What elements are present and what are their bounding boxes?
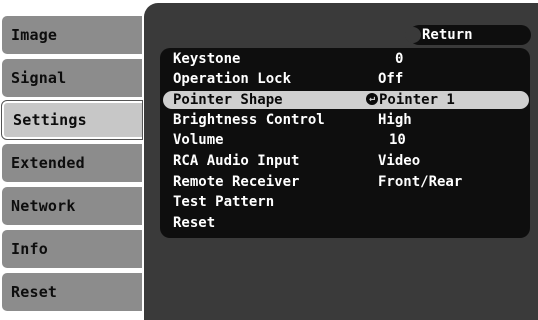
menu-row-rca-audio-input[interactable]: RCA Audio Input Video <box>163 152 529 170</box>
sidebar-item-label: Image <box>11 26 58 44</box>
row-label: Reset <box>173 215 216 231</box>
menu-row-test-pattern[interactable]: Test Pattern <box>163 193 529 211</box>
sidebar-item-label: Info <box>11 240 48 258</box>
sidebar-item-extended[interactable]: Extended <box>2 144 142 182</box>
sidebar-item-label: Reset <box>11 283 58 301</box>
menu-row-volume[interactable]: Volume 10 <box>163 131 529 149</box>
sidebar-item-signal[interactable]: Signal <box>2 59 142 97</box>
enter-icon: ↵ <box>366 93 378 105</box>
row-value: Pointer 1 <box>379 92 455 108</box>
menu-row-keystone[interactable]: Keystone 0 <box>163 50 529 68</box>
menu-row-brightness-control[interactable]: Brightness Control High <box>163 111 529 129</box>
sidebar-item-label: Network <box>11 197 76 215</box>
row-value: High <box>378 112 412 128</box>
row-label: Brightness Control <box>173 112 325 128</box>
sidebar-item-network[interactable]: Network <box>2 187 142 225</box>
row-value: Video <box>378 153 421 169</box>
menu-row-operation-lock[interactable]: Operation Lock Off <box>163 70 529 88</box>
sidebar-item-label: Settings <box>13 111 87 129</box>
row-label: Remote Receiver <box>173 174 300 190</box>
row-label: RCA Audio Input <box>173 153 300 169</box>
row-value: Front/Rear <box>378 174 463 190</box>
row-label: Volume <box>173 132 224 148</box>
row-label: Pointer Shape <box>173 92 283 108</box>
sidebar: Image Signal Settings Extended Network I… <box>0 0 146 320</box>
sidebar-item-info[interactable]: Info <box>2 230 142 268</box>
sidebar-item-label: Extended <box>11 154 85 172</box>
sidebar-item-settings[interactable]: Settings <box>1 100 143 140</box>
menu-row-reset[interactable]: Reset <box>163 214 529 232</box>
row-value: 10 <box>389 132 406 148</box>
row-label: Test Pattern <box>173 194 275 210</box>
menu-row-remote-receiver[interactable]: Remote Receiver Front/Rear <box>163 173 529 191</box>
menu-row-pointer-shape[interactable]: Pointer Shape ↵ Pointer 1 <box>163 91 529 109</box>
sidebar-item-image[interactable]: Image <box>2 16 142 54</box>
row-value: Off <box>378 71 404 87</box>
row-value-wrap: ↵ Pointer 1 <box>366 91 455 109</box>
row-label: Keystone <box>173 51 241 67</box>
sidebar-item-label: Signal <box>11 69 67 87</box>
row-value: 0 <box>395 51 404 67</box>
row-label: Operation Lock <box>173 71 292 87</box>
return-button[interactable]: Return <box>405 25 531 45</box>
sidebar-item-reset[interactable]: Reset <box>2 273 142 311</box>
return-label: Return <box>422 27 473 43</box>
